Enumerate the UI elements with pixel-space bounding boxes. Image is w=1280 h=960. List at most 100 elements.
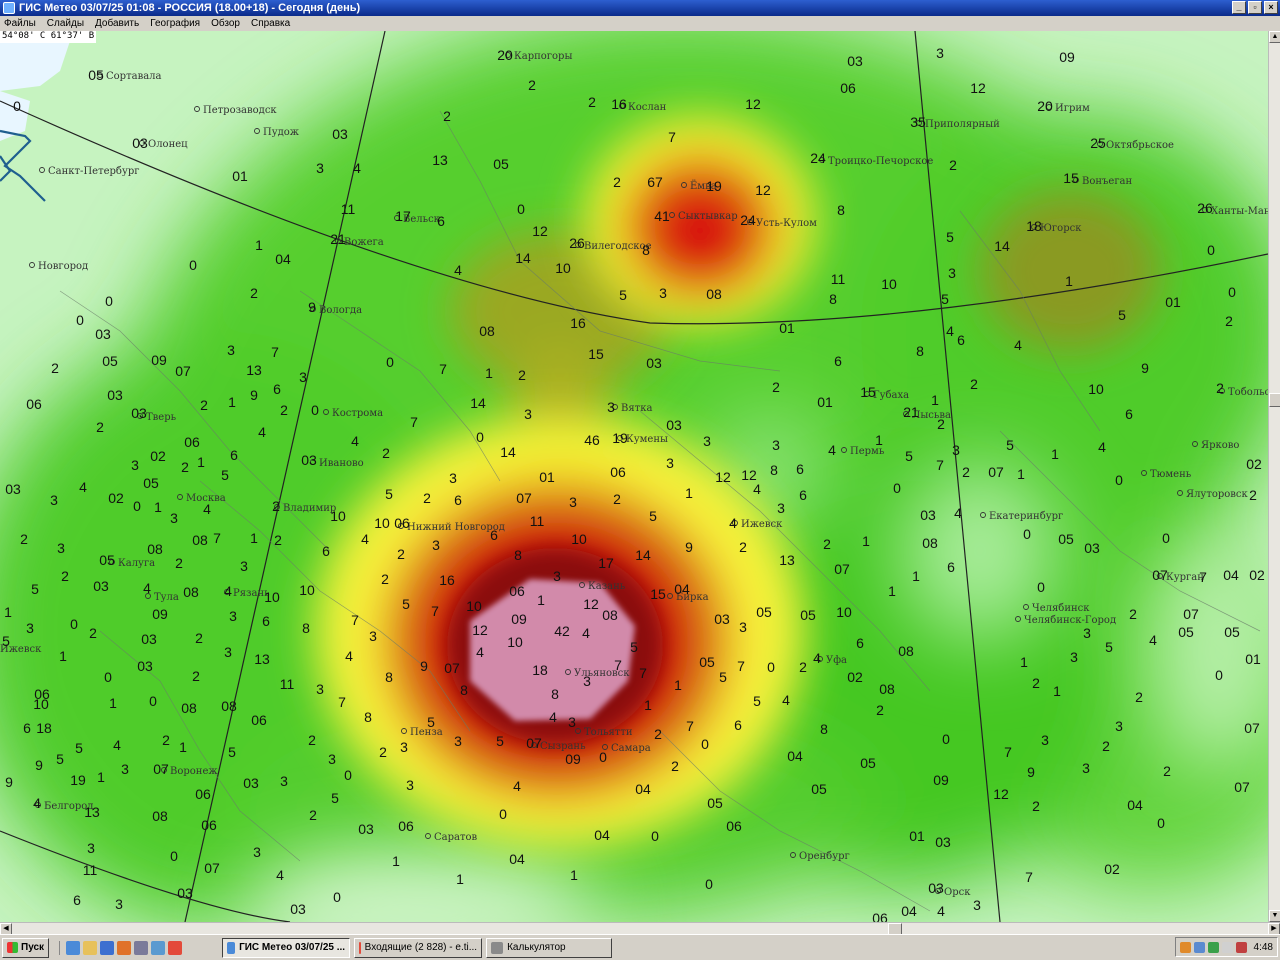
station-value: 4 (1014, 337, 1022, 353)
station-value: 13 (779, 552, 795, 568)
vertical-scrollbar[interactable]: ▲ ▼ (1268, 31, 1280, 922)
tray-icon-5[interactable] (1235, 941, 1247, 953)
station-value: 2 (937, 416, 945, 432)
city-marker: Екатеринбург (980, 511, 1063, 522)
task-inbox[interactable]: Входящие (2 828) - e.ti... (354, 937, 483, 958)
station-value: 9 (1141, 360, 1149, 376)
station-value: 26 (1197, 200, 1213, 216)
station-value: 5 (385, 486, 393, 502)
horizontal-scrollbar[interactable]: ◀ ▶ (0, 922, 1280, 935)
volume-icon[interactable] (1221, 941, 1233, 953)
station-value: 3 (772, 437, 780, 453)
station-value: 7 (410, 414, 418, 430)
station-value: 2 (613, 174, 621, 190)
station-value: 7 (614, 657, 622, 673)
menu-slides[interactable]: Слайды (47, 18, 84, 29)
station-value: 2 (382, 445, 390, 461)
station-value: 03 (332, 126, 348, 142)
station-value: 4 (224, 583, 232, 599)
city-marker: Октябрьское (1097, 140, 1174, 151)
station-value: 2 (443, 108, 451, 124)
folder-icon[interactable] (83, 940, 98, 955)
station-value: 4 (345, 648, 353, 664)
station-value: 6 (734, 717, 742, 733)
station-value: 3 (607, 399, 615, 415)
city-marker: Тольятти (575, 727, 633, 738)
city-marker: Челябинск-Город (1015, 615, 1116, 626)
city-label: Челябинск (1032, 603, 1090, 614)
station-value: 03 (177, 885, 193, 901)
station-value: 06 (872, 910, 888, 922)
task-calculator[interactable]: Калькулятор (486, 937, 613, 958)
station-value: 05 (800, 607, 816, 623)
menu-files[interactable]: Файлы (4, 18, 36, 29)
ie-icon[interactable] (66, 940, 81, 955)
station-value: 5 (402, 596, 410, 612)
station-value: 4 (113, 737, 121, 753)
city-label: Карпогоры (514, 51, 572, 62)
tray-icon-3[interactable] (1207, 941, 1219, 953)
tray-icon-2[interactable] (1193, 941, 1205, 953)
station-value: 12 (715, 469, 731, 485)
tray-icon-1[interactable] (1179, 941, 1191, 953)
station-value: 5 (1118, 307, 1126, 323)
app-icon-grid[interactable] (134, 940, 149, 955)
station-value: 08 (192, 532, 208, 548)
city-label: Екатеринбург (989, 511, 1063, 522)
station-value: 42 (554, 623, 570, 639)
station-value: 03 (301, 452, 317, 468)
station-value: 7 (338, 694, 346, 710)
station-value: 1 (485, 365, 493, 381)
maximize-button[interactable]: ▫ (1248, 1, 1262, 14)
station-value: 05 (699, 654, 715, 670)
station-value: 02 (150, 448, 166, 464)
menu-view[interactable]: Обзор (211, 18, 240, 29)
scroll-up-arrow[interactable]: ▲ (1269, 31, 1280, 43)
station-value: 1 (1020, 654, 1028, 670)
menu-help[interactable]: Справка (251, 18, 290, 29)
station-value: 8 (916, 343, 924, 359)
station-value: 5 (753, 693, 761, 709)
minimize-button[interactable]: _ (1232, 1, 1246, 14)
weather-map[interactable]: Сортавала Петрозаводск Олонец Пудож Санкт-Пе… (0, 31, 1268, 922)
menu-add[interactable]: Добавить (95, 18, 139, 29)
station-value: 3 (936, 45, 944, 61)
city-label: Оренбург (799, 851, 850, 862)
scroll-down-arrow[interactable]: ▼ (1269, 910, 1280, 922)
station-value: 0 (1023, 526, 1031, 542)
app-icon-globe[interactable] (151, 940, 166, 955)
firefox-icon[interactable] (117, 940, 132, 955)
station-value: 0 (517, 201, 525, 217)
station-value: 14 (635, 547, 651, 563)
station-value: 4 (753, 481, 761, 497)
city-label: Воронеж (170, 766, 218, 777)
station-value: 9 (685, 539, 693, 555)
station-value: 06 (398, 818, 414, 834)
station-value: 15 (1063, 170, 1079, 186)
desktop-icon[interactable] (100, 940, 115, 955)
chrome-icon[interactable] (168, 940, 183, 955)
menu-geography[interactable]: География (150, 18, 200, 29)
close-button[interactable]: × (1264, 1, 1278, 14)
station-value: 4 (454, 262, 462, 278)
station-value: 24 (810, 150, 826, 166)
station-value: 3 (1082, 760, 1090, 776)
station-value: 3 (50, 492, 58, 508)
station-value: 4 (549, 709, 557, 725)
station-value: 46 (584, 432, 600, 448)
station-value: 06 (726, 818, 742, 834)
station-value: 3 (224, 644, 232, 660)
city-label: Новгород (38, 261, 88, 272)
station-value: 5 (1006, 437, 1014, 453)
station-value: 2 (181, 459, 189, 475)
start-button[interactable]: Пуск (2, 937, 50, 958)
station-value: 05 (102, 353, 118, 369)
task-gis-meteo[interactable]: ГИС Метео 03/07/25 ... (222, 937, 351, 958)
station-value: 0 (893, 480, 901, 496)
vertical-scroll-thumb[interactable] (1269, 393, 1280, 407)
quick-launch (59, 940, 183, 955)
station-value: 10 (374, 515, 390, 531)
station-value: 05 (707, 795, 723, 811)
city-label: Ижевск (741, 519, 783, 530)
station-value: 06 (26, 396, 42, 412)
